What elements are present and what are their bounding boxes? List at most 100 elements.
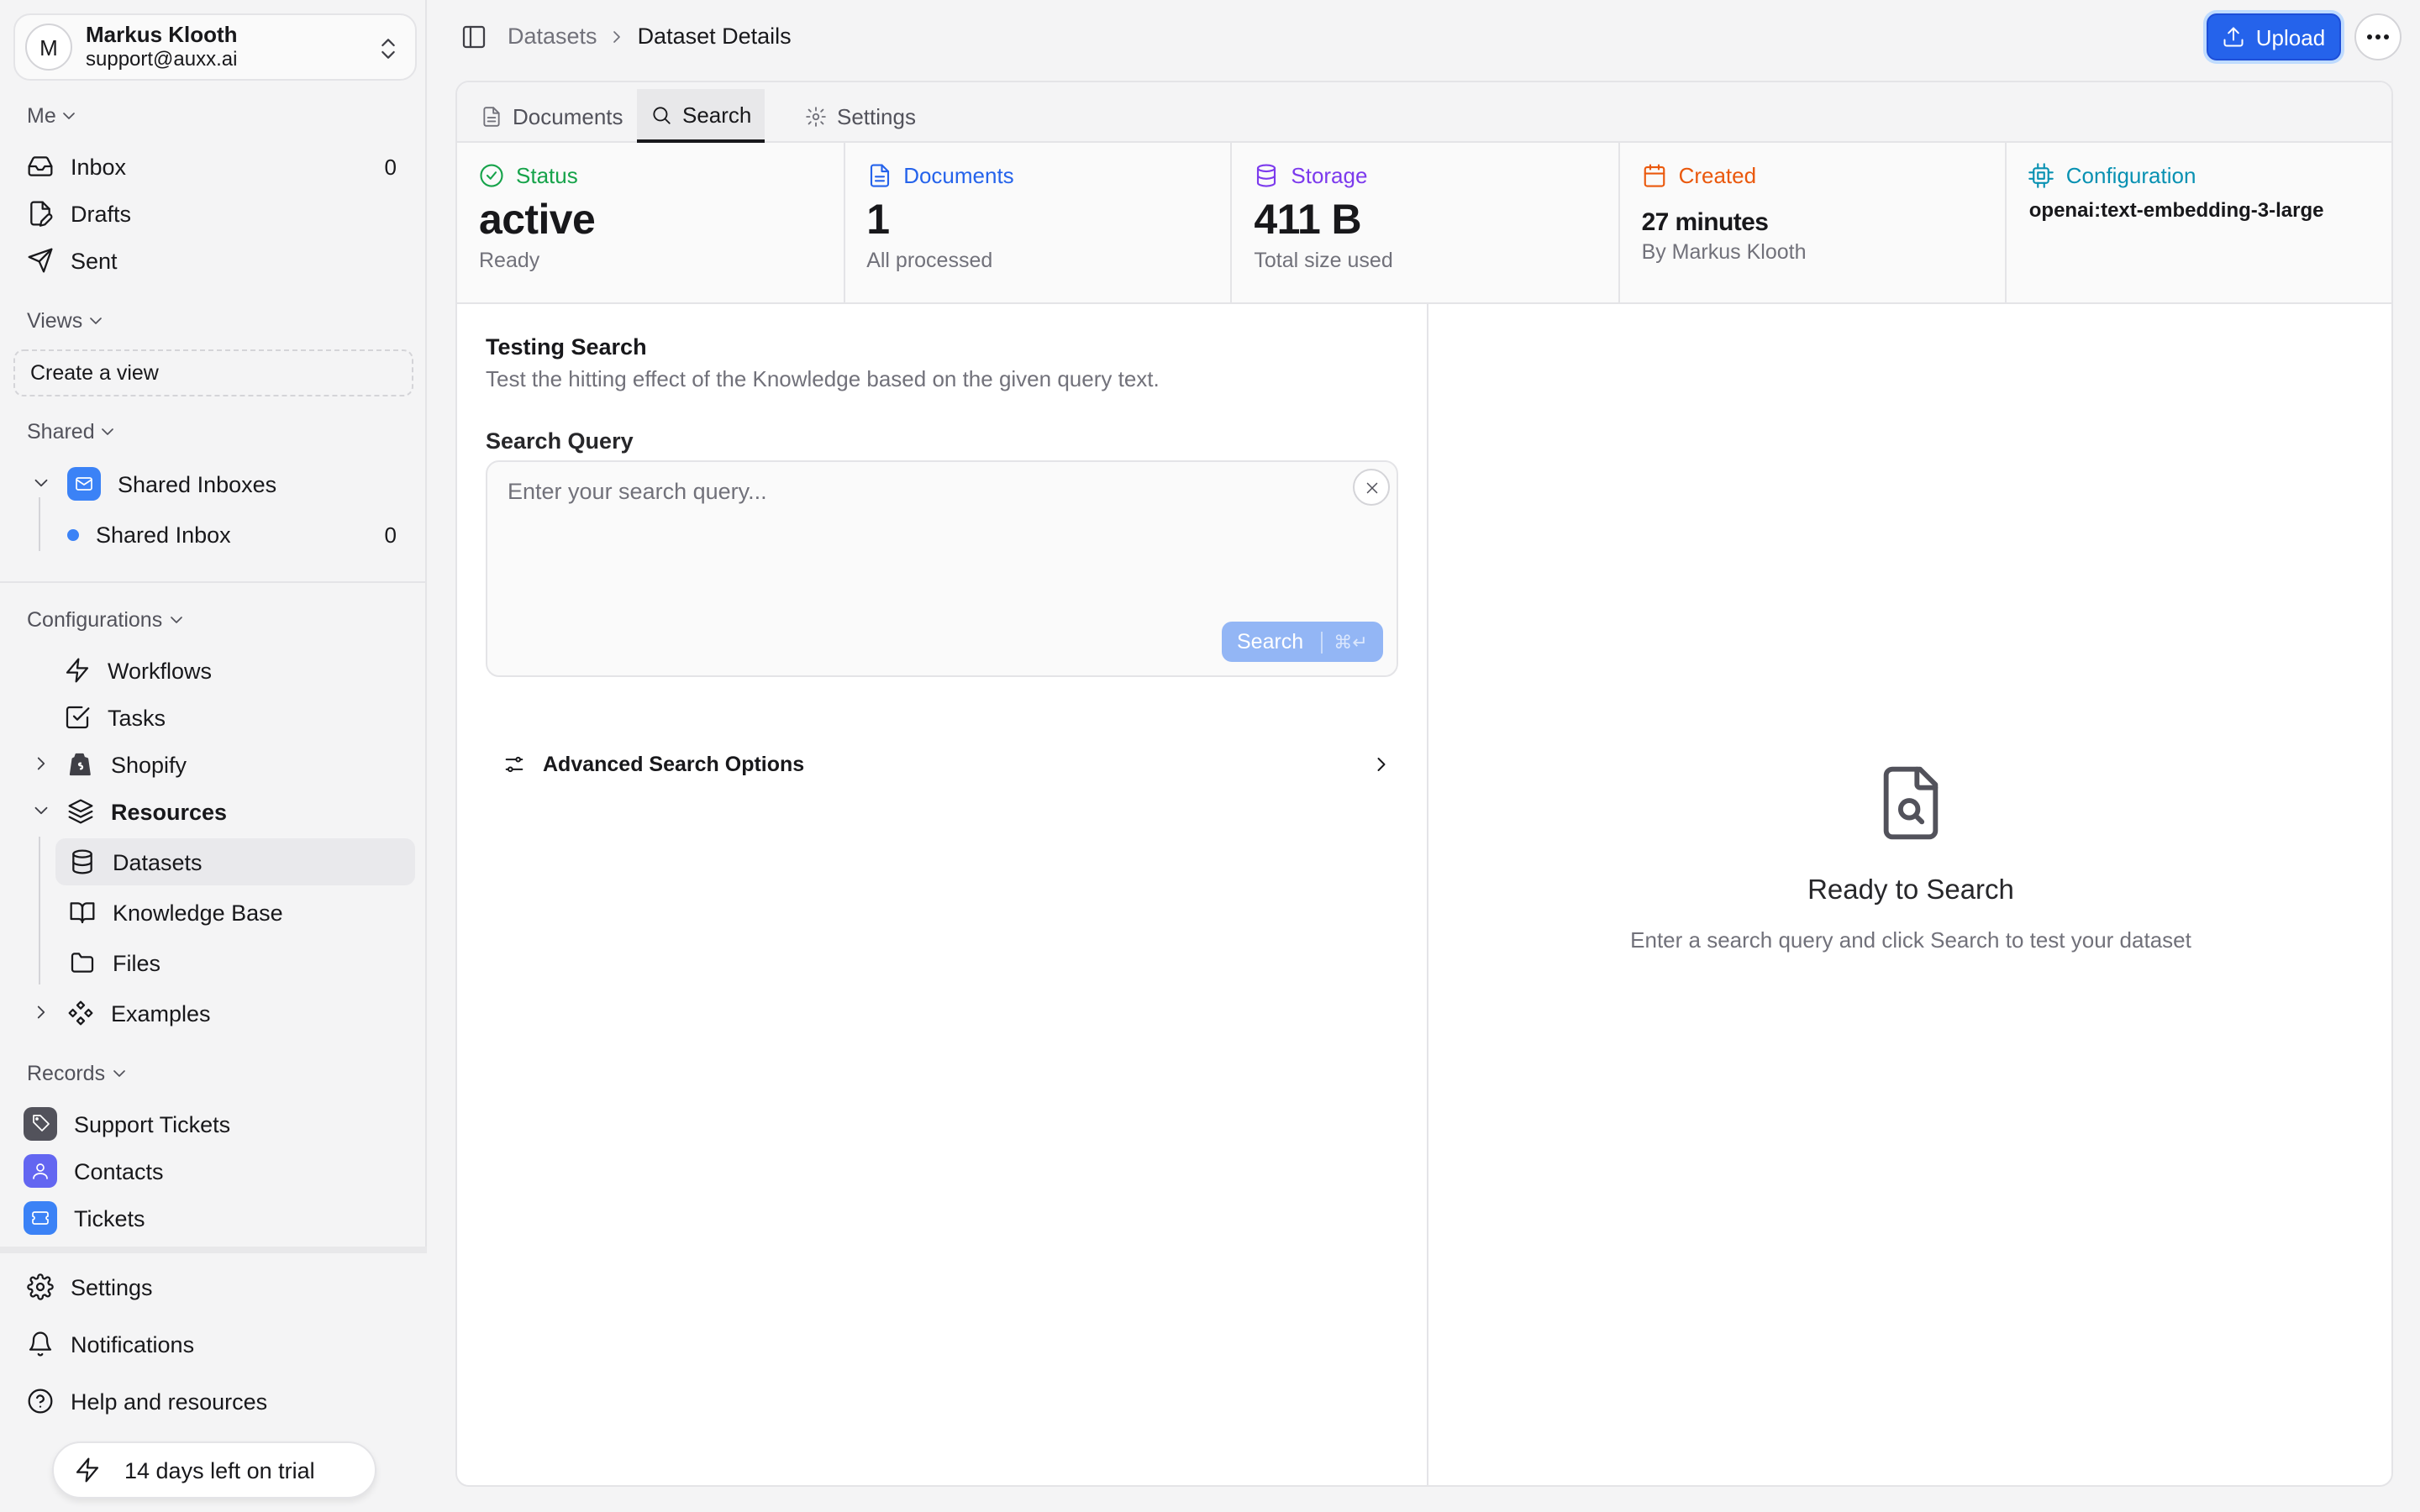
stat-documents: Documents 1 All processed: [844, 143, 1233, 304]
sidebar-toggle-icon[interactable]: [460, 24, 487, 50]
tab-documents[interactable]: Documents: [467, 89, 637, 143]
clear-button[interactable]: [1353, 469, 1390, 506]
chevron-right-icon[interactable]: [30, 1001, 52, 1023]
search-icon: [653, 106, 671, 123]
testing-title: Testing Search: [486, 334, 647, 360]
ticket-icon: [24, 1201, 57, 1235]
stats-row: Status active Ready Documents 1 All proc…: [457, 143, 2391, 304]
sidebar-item-contacts[interactable]: Contacts: [24, 1147, 393, 1194]
sidebar: M Markus Klooth support@auxx.ai Me Inbox…: [0, 0, 427, 1512]
check-circle-icon: [480, 164, 503, 187]
sidebar-item-notifications[interactable]: Notifications: [27, 1320, 397, 1368]
sidebar-item-datasets[interactable]: Datasets: [55, 838, 415, 885]
breadcrumb-current: Dataset Details: [637, 24, 792, 49]
section-records[interactable]: Records: [27, 1062, 129, 1085]
upload-button[interactable]: Upload: [2207, 13, 2341, 60]
chevron-down-icon[interactable]: [30, 472, 52, 494]
sidebar-item-help[interactable]: Help and resources: [27, 1378, 397, 1425]
help-circle-icon: [28, 1389, 53, 1414]
zap-icon: [76, 1457, 99, 1483]
cpu-icon: [2028, 163, 2054, 188]
file-text-icon: [870, 164, 889, 187]
chevron-right-icon[interactable]: [30, 753, 52, 774]
search-query-box: Search ⌘↵: [486, 460, 1398, 677]
sidebar-item-files[interactable]: Files: [69, 939, 405, 986]
avatar: M: [25, 24, 72, 71]
sidebar-item-tickets[interactable]: Tickets: [24, 1194, 393, 1242]
inbox-count: 0: [384, 154, 397, 179]
tab-search[interactable]: Search: [637, 89, 765, 143]
sidebar-item-shared-inboxes[interactable]: Shared Inboxes: [67, 460, 403, 507]
account-switcher[interactable]: M Markus Klooth support@auxx.ai: [13, 13, 417, 81]
calendar-icon: [1644, 164, 1665, 187]
file-pen-icon: [30, 201, 53, 227]
upload-icon: [2224, 27, 2244, 47]
check-square-icon: [66, 706, 90, 729]
close-icon: [1365, 481, 1377, 493]
section-me[interactable]: Me: [27, 104, 80, 128]
account-email: support@auxx.ai: [86, 47, 238, 71]
chevron-right-icon: [1377, 758, 1386, 771]
zap-icon: [66, 658, 89, 683]
created-value: 27 minutes: [1641, 208, 1769, 237]
sidebar-item-settings[interactable]: Settings: [27, 1263, 397, 1310]
chevrons-up-down-icon: [375, 35, 402, 62]
stat-storage: Storage 411 B Total size used: [1232, 143, 1620, 304]
status-dot: [67, 528, 79, 540]
configuration-value: openai:text-embedding-3-large: [2028, 198, 2324, 222]
sidebar-item-sent[interactable]: Sent: [27, 237, 397, 284]
chevron-down-icon[interactable]: [30, 800, 52, 822]
tab-bar: Documents Search Settings: [457, 82, 2391, 143]
advanced-search-toggle[interactable]: Advanced Search Options: [502, 748, 1393, 781]
more-options-button[interactable]: [2354, 13, 2402, 60]
sidebar-item-resources[interactable]: Resources: [67, 788, 403, 835]
tree-line: [39, 837, 40, 984]
bell-icon: [29, 1331, 52, 1357]
folder-icon: [71, 953, 94, 973]
stat-created: Created 27 minutes By Markus Klooth: [1620, 143, 2007, 304]
sidebar-item-tasks[interactable]: Tasks: [64, 694, 400, 741]
file-text-icon: [483, 106, 500, 126]
sidebar-item-examples[interactable]: Examples: [67, 990, 403, 1037]
ellipsis-icon: [2367, 34, 2389, 39]
search-panel: Testing Search Test the hitting effect o…: [457, 304, 1428, 1485]
tab-settings[interactable]: Settings: [792, 89, 929, 143]
top-bar: Datasets Dataset Details Upload: [427, 0, 2420, 74]
tree-line: [39, 497, 40, 551]
account-name: Markus Klooth: [86, 22, 238, 47]
chevron-down-icon: [170, 617, 182, 623]
shopify-icon: [69, 753, 91, 776]
sidebar-item-knowledge-base[interactable]: Knowledge Base: [69, 889, 405, 936]
empty-subtitle: Enter a search query and click Search to…: [1630, 927, 2191, 953]
search-input[interactable]: [508, 479, 1348, 504]
section-shared[interactable]: Shared: [27, 420, 118, 444]
sidebar-item-shopify[interactable]: Shopify: [67, 741, 403, 788]
sidebar-item-inbox[interactable]: Inbox 0: [27, 143, 397, 190]
shared-inbox-count: 0: [384, 522, 397, 547]
empty-state: Ready to Search Enter a search query and…: [1430, 761, 2391, 953]
user-icon: [24, 1154, 57, 1188]
search-button[interactable]: Search ⌘↵: [1222, 622, 1383, 662]
section-views[interactable]: Views: [27, 309, 106, 333]
trial-badge[interactable]: 14 days left on trial: [52, 1441, 376, 1499]
database-icon: [1257, 164, 1276, 187]
section-configurations[interactable]: Configurations: [27, 608, 186, 632]
results-panel: Ready to Search Enter a search query and…: [1430, 304, 2391, 1485]
divider: [0, 581, 427, 583]
sliders-icon: [505, 756, 523, 773]
breadcrumb-datasets[interactable]: Datasets: [508, 24, 597, 49]
layers-icon: [68, 799, 93, 824]
shortcut-hint: ⌘↵: [1320, 631, 1368, 653]
inbox-icon: [28, 156, 53, 176]
sidebar-item-support-tickets[interactable]: Support Tickets: [24, 1100, 393, 1147]
dataset-card: Documents Search Settings Status active …: [455, 81, 2393, 1487]
sidebar-item-shared-inbox[interactable]: Shared Inbox 0: [67, 511, 397, 558]
sidebar-item-drafts[interactable]: Drafts: [27, 190, 397, 237]
stat-configuration: Configuration openai:text-embedding-3-la…: [2007, 143, 2391, 304]
create-view-button[interactable]: Create a view: [13, 349, 413, 396]
empty-title: Ready to Search: [1807, 875, 2014, 906]
sidebar-item-workflows[interactable]: Workflows: [64, 647, 400, 694]
chevron-right-icon: [613, 30, 621, 42]
book-open-icon: [70, 902, 95, 924]
chevron-down-icon: [102, 428, 114, 435]
